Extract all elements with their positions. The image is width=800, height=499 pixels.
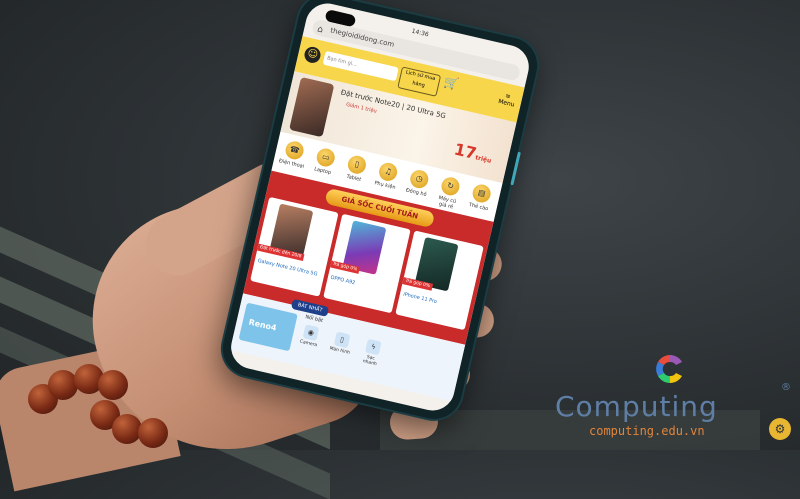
featured-phone-card[interactable]: Reno4 [238, 302, 298, 352]
banner-price-unit: triệu [474, 154, 492, 165]
home-icon[interactable]: ⌂ [316, 22, 325, 39]
banner-price: 17triệu [452, 140, 494, 167]
product-card[interactable]: Đặt trước đến 20/8 Galaxy Note 20 Ultra … [250, 196, 339, 297]
product-name: Galaxy Note 20 Ultra 5G [257, 257, 318, 278]
order-history-button[interactable]: Lịch sử mua hàng [397, 66, 442, 97]
feature-label: Màn hình [328, 346, 351, 356]
watch-icon: ◷ [408, 168, 431, 190]
category-item[interactable]: ▭ Laptop [308, 146, 341, 183]
used-phone-icon: ↻ [439, 175, 462, 198]
tablet-icon: ▯ [346, 153, 368, 176]
category-item[interactable]: ♫ Phụ kiện [370, 160, 403, 197]
category-item[interactable]: ☎ Điện thoại [277, 139, 310, 176]
featured-items: ◉ Camera ▯ Màn hình ϟ Sạc nhanh [296, 323, 386, 368]
side-button [510, 151, 521, 186]
screen-icon: ▯ [333, 331, 351, 349]
feature-item[interactable]: ▯ Màn hình [327, 331, 354, 361]
category-item[interactable]: ◷ Đồng hồ [401, 167, 434, 204]
category-label: Phụ kiện [373, 180, 397, 191]
menu-button[interactable]: ≡ Menu [498, 91, 517, 108]
banner-phone-image [289, 76, 335, 138]
featured-phone-name: Reno4 [247, 317, 278, 333]
feature-label: Sạc nhanh [362, 354, 378, 368]
category-item[interactable]: ▯ Tablet [339, 153, 372, 190]
menu-label: Menu [497, 97, 516, 109]
feature-item[interactable]: ◉ Camera [296, 323, 323, 353]
gear-icon: ⚙ [769, 418, 791, 440]
phone-screen: 14:36 ⌂ thegioididong.com ☺ Bạn tìm gì..… [226, 0, 534, 415]
category-label: Laptop [313, 166, 332, 177]
product-card[interactable]: Trả góp 0% iPhone 11 Pro [395, 230, 484, 331]
watermark-url: computing.edu.vn [589, 424, 705, 438]
category-label: Thẻ cào [468, 202, 489, 213]
category-item[interactable]: ▤ Thẻ cào [464, 182, 497, 219]
computing-watermark: Computing ® computing.edu.vn ⚙ [555, 352, 795, 442]
smartphone: 14:36 ⌂ thegioididong.com ☺ Bạn tìm gì..… [217, 0, 543, 425]
category-item[interactable]: ↻ Máy cũ giá rẻ [433, 175, 466, 212]
feature-label: Camera [299, 339, 318, 349]
cart-icon[interactable]: 🛒 [442, 74, 460, 91]
bead-bracelet [20, 362, 170, 452]
product-name: iPhone 11 Pro [402, 291, 438, 306]
category-label: Tablet [345, 173, 362, 183]
product-card[interactable]: Trả góp 0% OPPO A92 [322, 213, 412, 314]
category-label: Đồng hồ [405, 187, 428, 199]
watermark-brand: Computing [555, 390, 718, 423]
card-icon: ▤ [470, 182, 493, 205]
laptop-icon: ▭ [314, 146, 337, 169]
site-logo-icon[interactable]: ☺ [302, 45, 323, 65]
category-label: Máy cũ giá rẻ [437, 195, 457, 211]
registered-mark: ® [781, 382, 791, 393]
status-time: 14:36 [410, 27, 430, 39]
bead [98, 370, 128, 400]
camera-icon: ◉ [302, 324, 320, 342]
feature-item[interactable]: ϟ Sạc nhanh [358, 338, 385, 368]
headphone-icon: ♫ [377, 161, 399, 183]
category-label: Điện thoại [278, 158, 305, 170]
fast-charge-icon: ϟ [364, 338, 382, 356]
computing-logo-icon [656, 355, 682, 383]
product-name: OPPO A92 [329, 274, 356, 287]
search-input[interactable]: Bạn tìm gì... [322, 50, 399, 82]
bead [138, 418, 168, 448]
phone-icon: ☎ [283, 139, 306, 162]
